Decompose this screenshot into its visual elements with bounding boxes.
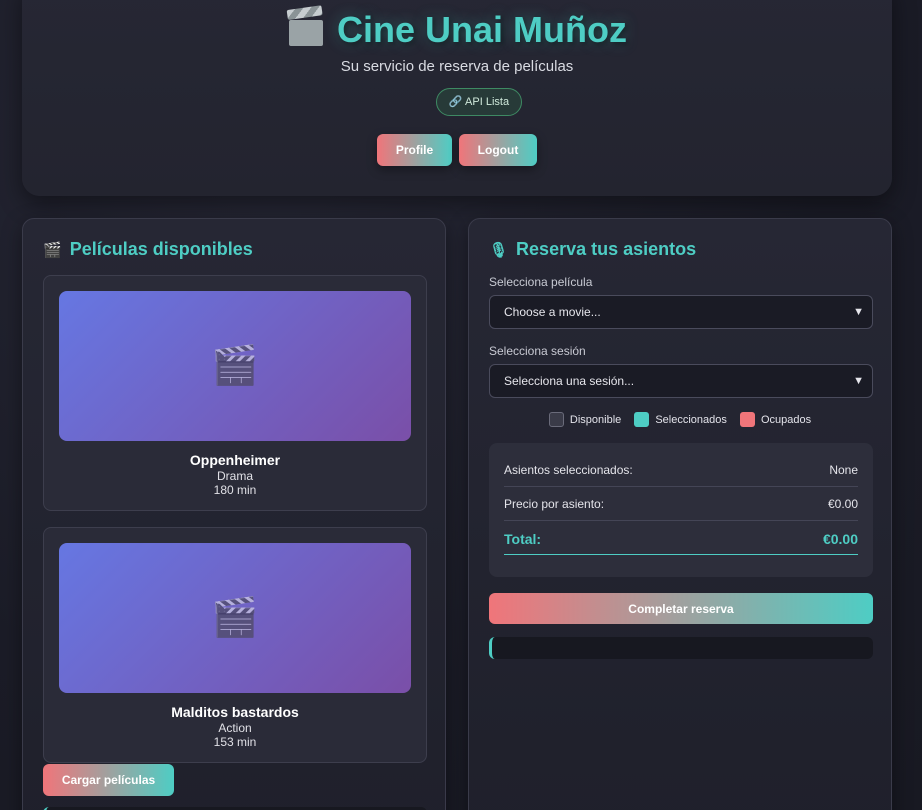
selected-swatch xyxy=(634,412,650,427)
movie-card[interactable]: 🎬 Malditos bastardos Action 153 min xyxy=(43,527,427,763)
logout-button[interactable]: Logout xyxy=(459,134,537,166)
chevron-down-icon: ▼ xyxy=(853,375,864,387)
legend-occupied-label: Ocupados xyxy=(760,414,812,426)
booking-summary: Asientos seleccionados: None Precio por … xyxy=(489,443,873,577)
movie-duration: 153 min xyxy=(213,735,257,749)
occupied-swatch xyxy=(739,412,755,427)
movie-genre: Action xyxy=(218,721,252,735)
movies-panel-title: 🎬 Películas disponibles xyxy=(43,239,253,260)
selected-seats-row: Asientos seleccionados: None xyxy=(504,463,858,487)
legend-selected-label: Seleccionados xyxy=(655,414,727,426)
price-per-seat-value: €0.00 xyxy=(827,497,858,511)
chevron-down-icon: ▼ xyxy=(853,306,864,318)
movies-panel-title-text: Películas disponibles xyxy=(69,239,253,259)
session-select[interactable]: Selecciona una sesión... ▼ xyxy=(489,364,873,398)
price-per-seat-row: Precio por asiento: €0.00 xyxy=(504,497,858,521)
complete-booking-button[interactable]: Completar reserva xyxy=(489,593,873,624)
total-row: Total: €0.00 xyxy=(504,531,858,555)
movie-poster: 🎬 xyxy=(59,543,411,693)
movies-panel: 🎬 Películas disponibles 🎬 Oppenheimer Dra… xyxy=(22,218,446,810)
price-per-seat-label: Precio por asiento: xyxy=(504,497,605,511)
legend-available: Disponible xyxy=(548,412,622,427)
session-select-value: Selecciona una sesión... xyxy=(504,374,635,388)
profile-button[interactable]: Profile xyxy=(377,134,452,166)
selected-seats-value: None xyxy=(829,463,858,477)
movie-duration: 180 min xyxy=(213,483,257,497)
selected-seats-label: Asientos seleccionados: xyxy=(504,463,633,477)
movie-title: Malditos bastardos xyxy=(171,704,299,720)
session-select-label: Selecciona sesión xyxy=(489,344,586,358)
clapperboard-icon: 🎬 xyxy=(211,597,259,639)
legend-available-label: Disponible xyxy=(569,414,622,426)
booking-panel-title-text: Reserva tus asientos xyxy=(516,239,697,259)
total-value: €0.00 xyxy=(822,531,858,547)
booking-panel: 🎙 Reserva tus asientos Selecciona películ… xyxy=(468,218,892,810)
movie-card[interactable]: 🎬 Oppenheimer Drama 180 min xyxy=(43,275,427,511)
movie-select[interactable]: Choose a movie... ▼ xyxy=(489,295,873,329)
site-title: Cine Unai Muñoz xyxy=(22,5,892,51)
booking-status-bar xyxy=(489,637,873,659)
site-subtitle: Su servicio de reserva de películas xyxy=(340,58,574,75)
clapperboard-icon: 🎬 xyxy=(211,345,259,387)
booking-panel-title: 🎙 Reserva tus asientos xyxy=(489,239,696,260)
clapperboard-icon: 🎬 xyxy=(43,242,62,259)
available-swatch xyxy=(548,412,564,427)
api-status-badge: 🔗 API Lista xyxy=(436,88,522,116)
movie-select-label: Selecciona película xyxy=(489,275,593,289)
movie-title: Oppenheimer xyxy=(189,452,281,468)
legend-selected: Seleccionados xyxy=(634,412,727,427)
legend-occupied: Ocupados xyxy=(739,412,812,427)
seat-legend: Disponible Seleccionados Ocupados xyxy=(469,412,891,427)
site-header: Cine Unai Muñoz Su servicio de reserva d… xyxy=(22,0,892,196)
movie-genre: Drama xyxy=(216,469,253,483)
clapperboard-icon xyxy=(286,5,325,46)
movie-select-value: Choose a movie... xyxy=(504,305,601,319)
microphone-icon: 🎙 xyxy=(489,242,509,259)
load-movies-button[interactable]: Cargar películas xyxy=(43,764,174,796)
site-title-text: Cine Unai Muñoz xyxy=(337,9,627,50)
total-label: Total: xyxy=(504,531,542,547)
movie-poster: 🎬 xyxy=(59,291,411,441)
